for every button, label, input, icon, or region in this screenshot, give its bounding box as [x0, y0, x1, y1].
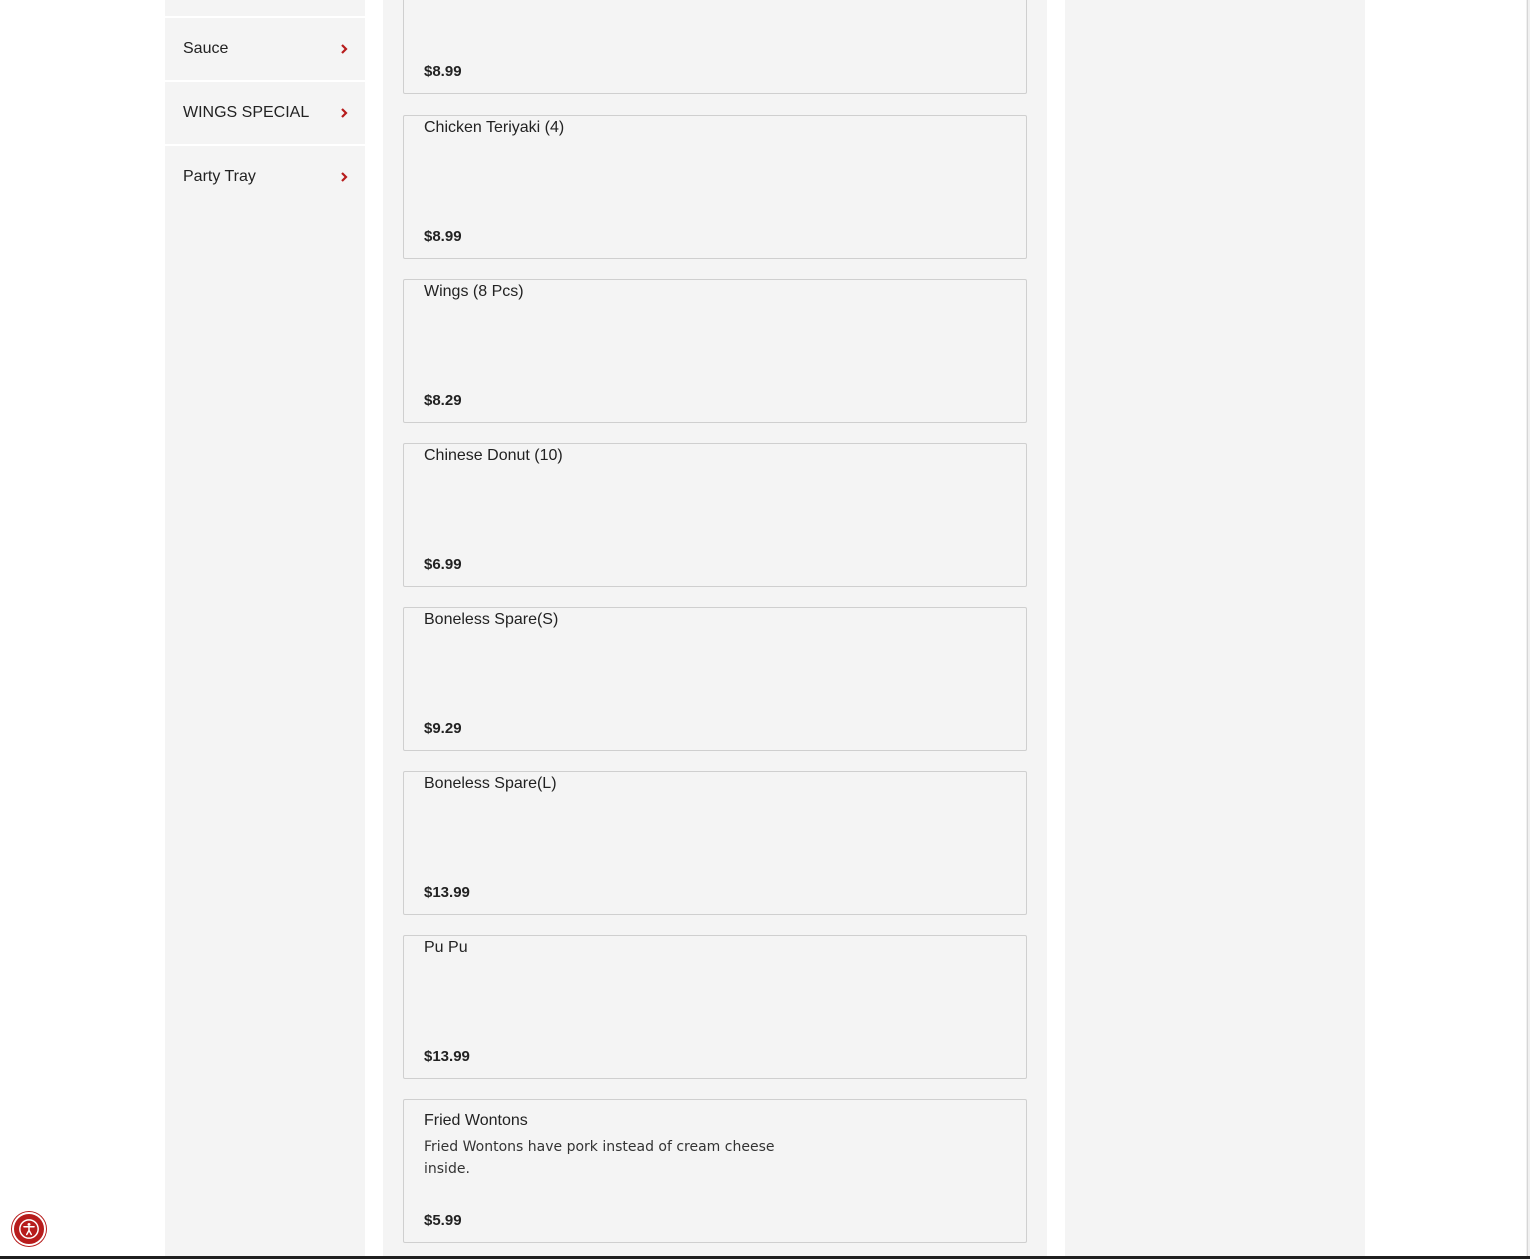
menu-item-price: $13.99	[424, 1048, 470, 1065]
menu-item-card[interactable]: $8.99	[403, 0, 1027, 94]
menu-item-name: Boneless Spare(S)	[424, 611, 559, 628]
category-label: Sauce	[183, 40, 229, 57]
menu-item-card[interactable]: Fried Wontons Fried Wontons have pork in…	[403, 1099, 1027, 1243]
category-item-wings-special[interactable]: WINGS SPECIAL	[165, 82, 365, 144]
restaurant-menu-page: Sauce WINGS SPECIAL Party Tray $8.99 Chi…	[0, 0, 1530, 1259]
menu-item-price: $8.99	[424, 63, 462, 80]
menu-item-price: $6.99	[424, 556, 462, 573]
cart-panel	[1065, 0, 1365, 1259]
menu-item-price: $8.29	[424, 392, 462, 409]
menu-item-card[interactable]: Boneless Spare(L) $13.99	[403, 771, 1027, 915]
menu-item-name: Chinese Donut (10)	[424, 447, 563, 464]
chevron-right-icon	[341, 172, 348, 182]
chevron-right-icon	[341, 108, 348, 118]
menu-item-name: Chicken Teriyaki (4)	[424, 119, 565, 136]
chevron-right-icon	[341, 44, 348, 54]
menu-item-card[interactable]: Chicken Teriyaki (4) $8.99	[403, 115, 1027, 259]
menu-item-name: Wings (8 Pcs)	[424, 283, 524, 300]
menu-item-price: $13.99	[424, 884, 470, 901]
category-sidebar: Sauce WINGS SPECIAL Party Tray	[165, 0, 365, 1259]
accessibility-button[interactable]	[12, 1212, 46, 1246]
menu-item-price: $9.29	[424, 720, 462, 737]
menu-item-name: Fried Wontons	[424, 1112, 528, 1129]
menu-item-card[interactable]: Pu Pu $13.99	[403, 935, 1027, 1079]
menu-item-price: $8.99	[424, 228, 462, 245]
category-label: WINGS SPECIAL	[183, 104, 310, 121]
menu-item-card[interactable]: Chinese Donut (10) $6.99	[403, 443, 1027, 587]
menu-item-name: Boneless Spare(L)	[424, 775, 557, 792]
menu-item-card[interactable]: Wings (8 Pcs) $8.29	[403, 279, 1027, 423]
accessibility-icon	[19, 1219, 39, 1239]
menu-item-list: $8.99 Chicken Teriyaki (4) $8.99 Wings (…	[383, 0, 1047, 1259]
scrollbar-edge	[1527, 0, 1528, 1259]
category-item-sauce[interactable]: Sauce	[165, 18, 365, 80]
menu-item-name: Pu Pu	[424, 939, 468, 956]
menu-item-price: $5.99	[424, 1212, 462, 1229]
category-item-party-tray[interactable]: Party Tray	[165, 146, 365, 208]
menu-item-card[interactable]: Boneless Spare(S) $9.29	[403, 607, 1027, 751]
category-label: Party Tray	[183, 168, 256, 185]
menu-item-description: Fried Wontons have pork instead of cream…	[424, 1139, 775, 1177]
